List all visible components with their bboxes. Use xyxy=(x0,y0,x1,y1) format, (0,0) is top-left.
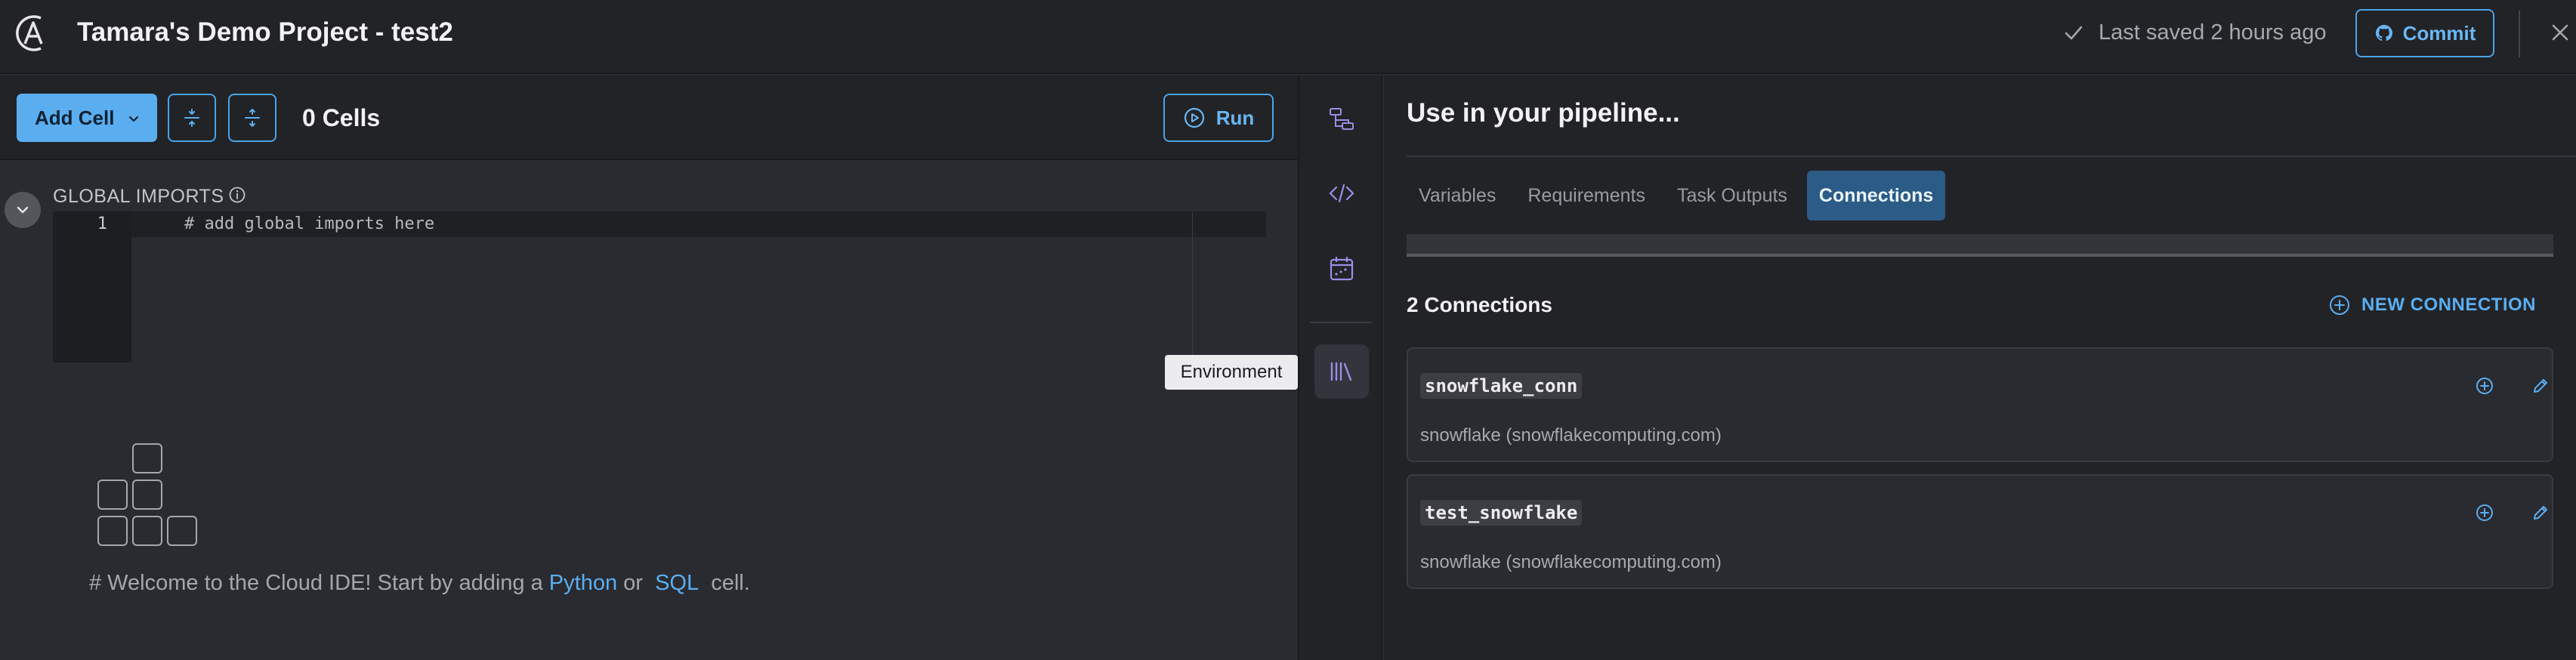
collapse-all-button[interactable] xyxy=(228,94,276,142)
environment-library-icon xyxy=(1330,362,1352,381)
astronomer-logo-icon[interactable] xyxy=(11,12,53,54)
run-button[interactable]: Run xyxy=(1163,94,1274,142)
welcome-prefix: # Welcome to the Cloud IDE! Start by add… xyxy=(89,571,543,595)
schedule-button[interactable] xyxy=(1314,242,1369,296)
panel-title: Use in your pipeline... xyxy=(1407,98,1680,128)
edit-icon[interactable] xyxy=(2529,501,2552,524)
commit-button[interactable]: Commit xyxy=(2355,9,2494,57)
code-icon xyxy=(1329,184,1354,203)
tab-connections[interactable]: Connections xyxy=(1806,171,1946,221)
rail-divider xyxy=(1310,322,1372,323)
pipeline-panel: Use in your pipeline... Variables Requir… xyxy=(1384,76,2576,660)
add-cell-label: Add Cell xyxy=(35,106,115,129)
connection-name: test_snowflake xyxy=(1420,500,1583,526)
environment-tooltip: Environment xyxy=(1165,355,1308,390)
close-icon[interactable] xyxy=(2549,21,2571,44)
tab-requirements[interactable]: Requirements xyxy=(1515,171,1657,221)
line-gutter: 1 xyxy=(53,211,131,362)
welcome-message: # Welcome to the Cloud IDE! Start by add… xyxy=(89,568,750,598)
play-circle-icon xyxy=(1184,107,1204,128)
panel-strip xyxy=(1407,234,2553,257)
cells-toolbar: Add Cell 0 Cells Run xyxy=(0,76,1298,160)
tab-task-outputs[interactable]: Task Outputs xyxy=(1665,171,1799,221)
info-icon[interactable] xyxy=(228,186,246,204)
schedule-icon xyxy=(1330,256,1354,281)
save-status-text: Last saved 2 hours ago xyxy=(2099,20,2327,45)
connection-name: snowflake_conn xyxy=(1420,373,1583,399)
connection-card: snowflake_conn snowflake (snowflakecompu… xyxy=(1407,347,2553,462)
editor-ruler xyxy=(1192,211,1193,362)
code-button[interactable] xyxy=(1314,166,1369,221)
new-connection-button[interactable]: NEW CONNECTION xyxy=(2328,290,2536,320)
connection-card: test_snowflake snowflake (snowflakecompu… xyxy=(1407,474,2553,589)
collapse-imports-button[interactable] xyxy=(5,192,41,228)
run-label: Run xyxy=(1215,106,1255,129)
pipeline-graph-icon xyxy=(1330,108,1354,130)
add-connection-icon[interactable] xyxy=(2473,375,2496,397)
side-rail xyxy=(1298,76,1382,660)
connections-count: 2 Connections xyxy=(1407,293,1552,316)
plus-circle-icon xyxy=(2330,295,2349,315)
tab-variables[interactable]: Variables xyxy=(1407,171,1508,221)
connection-type: snowflake (snowflakecomputing.com) xyxy=(1420,552,1722,572)
chevron-down-icon xyxy=(128,116,139,122)
welcome-suffix: cell. xyxy=(711,571,750,595)
edit-icon[interactable] xyxy=(2529,375,2552,397)
code-text: # add global imports here xyxy=(184,214,435,233)
commit-label: Commit xyxy=(2402,21,2476,45)
add-connection-icon[interactable] xyxy=(2473,501,2496,524)
expand-icon xyxy=(184,109,199,127)
global-imports-editor[interactable]: 1 # add global imports here xyxy=(53,211,1266,362)
pipeline-graph-button[interactable] xyxy=(1314,92,1369,146)
top-bar: Tamara's Demo Project - test2 Last saved… xyxy=(0,0,2576,74)
panel-tabs: Variables Requirements Task Outputs Conn… xyxy=(1407,171,1946,221)
expand-all-button[interactable] xyxy=(168,94,216,142)
cells-illustration-icon xyxy=(97,443,197,546)
welcome-or: or xyxy=(623,571,643,595)
new-connection-label: NEW CONNECTION xyxy=(2361,295,2536,315)
save-status: Last saved 2 hours ago xyxy=(2062,17,2326,48)
code-line[interactable]: # add global imports here xyxy=(131,211,1266,237)
python-link[interactable]: Python xyxy=(549,571,617,595)
sql-link[interactable]: SQL xyxy=(655,571,699,595)
environment-button[interactable] xyxy=(1314,344,1369,399)
cells-count: 0 Cells xyxy=(302,104,381,131)
line-number: 1 xyxy=(97,214,107,233)
collapse-icon xyxy=(245,109,260,127)
project-title: Tamara's Demo Project - test2 xyxy=(77,17,453,47)
global-imports-label: GLOBAL IMPORTS xyxy=(53,186,224,207)
chevron-down-icon xyxy=(17,206,29,214)
panel-divider xyxy=(1407,156,2576,157)
divider xyxy=(2519,11,2520,57)
add-cell-button[interactable]: Add Cell xyxy=(17,94,157,142)
connection-type: snowflake (snowflakecomputing.com) xyxy=(1420,425,1722,446)
check-icon xyxy=(2065,26,2083,40)
github-icon xyxy=(2375,25,2392,42)
